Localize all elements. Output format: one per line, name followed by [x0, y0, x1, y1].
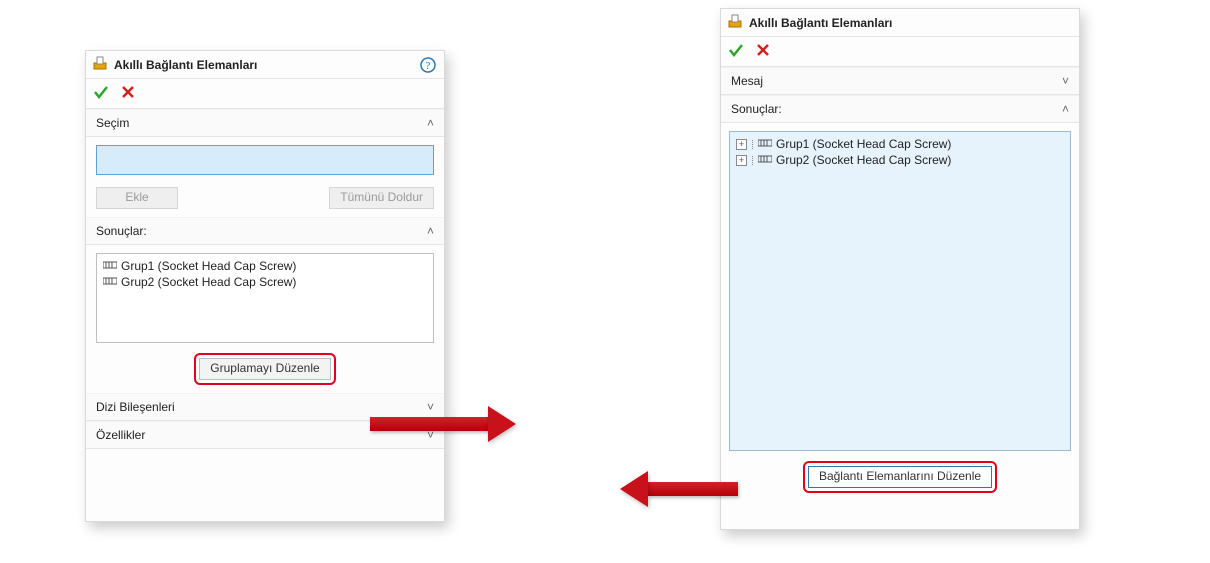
left-panel-title: Akıllı Bağlantı Elemanları: [114, 58, 414, 72]
fill-all-button[interactable]: Tümünü Doldur: [329, 187, 434, 209]
series-icon: [103, 275, 117, 289]
app-icon: [92, 55, 108, 74]
tree-item[interactable]: + Grup2 (Socket Head Cap Screw): [734, 152, 1066, 168]
section-label: Sonuçlar:: [96, 224, 147, 238]
cancel-icon[interactable]: [120, 84, 136, 103]
list-item-label: Grup1 (Socket Head Cap Screw): [121, 259, 296, 273]
list-item[interactable]: Grup1 (Socket Head Cap Screw): [101, 258, 429, 274]
ok-icon[interactable]: [727, 41, 745, 62]
highlight-ring-left: Gruplamayı Düzenle: [194, 353, 335, 385]
expand-icon[interactable]: +: [736, 139, 747, 150]
tree-item[interactable]: + Grup1 (Socket Head Cap Screw): [734, 136, 1066, 152]
edit-fasteners-button[interactable]: Bağlantı Elemanlarını Düzenle: [808, 466, 992, 488]
app-icon: [727, 13, 743, 32]
section-header-sonuc-left[interactable]: Sonuçlar: ˄: [86, 217, 444, 245]
section-label: Mesaj: [731, 74, 763, 88]
left-panel: Akıllı Bağlantı Elemanları ? Seçim ˄ Ekl…: [85, 50, 445, 522]
chevron-down-icon: ˅: [1062, 74, 1069, 88]
section-body-sonuc-right: + Grup1 (Socket Head Cap Screw) + Grup2 …: [721, 123, 1079, 499]
results-tree-right[interactable]: + Grup1 (Socket Head Cap Screw) + Grup2 …: [729, 131, 1071, 451]
highlight-ring-right: Bağlantı Elemanlarını Düzenle: [803, 461, 997, 493]
selection-input[interactable]: [96, 145, 434, 175]
right-panel-title: Akıllı Bağlantı Elemanları: [749, 16, 1071, 30]
ok-icon[interactable]: [92, 83, 110, 104]
edit-grouping-button[interactable]: Gruplamayı Düzenle: [199, 358, 330, 380]
right-panel-title-bar: Akıllı Bağlantı Elemanları: [721, 9, 1079, 37]
series-icon: [758, 137, 772, 151]
cancel-icon[interactable]: [755, 42, 771, 61]
section-header-secim[interactable]: Seçim ˄: [86, 109, 444, 137]
tree-item-label: Grup1 (Socket Head Cap Screw): [776, 137, 951, 151]
chevron-up-icon: ˄: [427, 116, 434, 130]
help-icon[interactable]: ?: [420, 57, 436, 73]
section-header-mesaj[interactable]: Mesaj ˅: [721, 67, 1079, 95]
section-body-sonuc-left: Grup1 (Socket Head Cap Screw) Grup2 (Soc…: [86, 245, 444, 393]
series-icon: [758, 153, 772, 167]
left-confirm-bar: [86, 79, 444, 109]
section-label: Dizi Bileşenleri: [96, 400, 175, 414]
section-label: Seçim: [96, 116, 129, 130]
series-icon: [103, 259, 117, 273]
chevron-down-icon: ˅: [427, 400, 434, 414]
list-item[interactable]: Grup2 (Socket Head Cap Screw): [101, 274, 429, 290]
list-item-label: Grup2 (Socket Head Cap Screw): [121, 275, 296, 289]
svg-text:?: ?: [426, 60, 431, 72]
results-list-left[interactable]: Grup1 (Socket Head Cap Screw) Grup2 (Soc…: [96, 253, 434, 343]
right-confirm-bar: [721, 37, 1079, 67]
tree-item-label: Grup2 (Socket Head Cap Screw): [776, 153, 951, 167]
section-label: Sonuçlar:: [731, 102, 782, 116]
section-body-secim: Ekle Tümünü Doldur: [86, 137, 444, 217]
chevron-up-icon: ˄: [427, 224, 434, 238]
section-label: Özellikler: [96, 428, 145, 442]
right-panel: Akıllı Bağlantı Elemanları Mesaj ˅ Sonuç…: [720, 8, 1080, 530]
section-header-sonuc-right[interactable]: Sonuçlar: ˄: [721, 95, 1079, 123]
left-panel-title-bar: Akıllı Bağlantı Elemanları ?: [86, 51, 444, 79]
add-button[interactable]: Ekle: [96, 187, 178, 209]
chevron-up-icon: ˄: [1062, 102, 1069, 116]
expand-icon[interactable]: +: [736, 155, 747, 166]
